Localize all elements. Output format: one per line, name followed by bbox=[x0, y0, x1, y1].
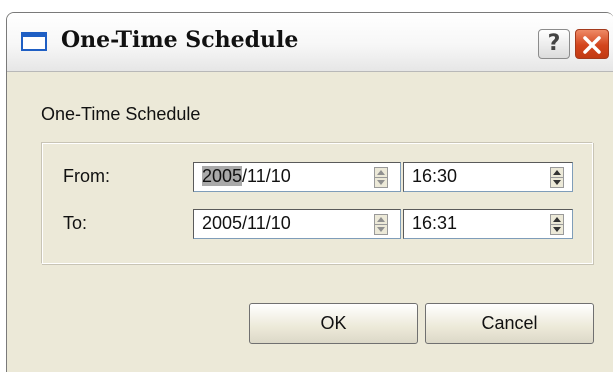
from-date-value: 2005/11/10 bbox=[202, 166, 291, 187]
spin-updown-icon[interactable] bbox=[550, 214, 564, 235]
to-time-picker[interactable]: 16:31 bbox=[403, 209, 573, 239]
window-title: One-Time Schedule bbox=[61, 27, 299, 53]
title-bar[interactable]: One-Time Schedule ? bbox=[7, 13, 613, 72]
from-date-selection: 2005 bbox=[202, 166, 243, 186]
from-date-picker[interactable]: 2005/11/10 bbox=[193, 162, 401, 192]
ok-button[interactable]: OK bbox=[249, 303, 418, 344]
close-button[interactable] bbox=[575, 29, 609, 59]
spin-updown-icon[interactable] bbox=[374, 214, 388, 235]
dialog-window: One-Time Schedule ? One-Time Schedule Fr… bbox=[6, 12, 613, 372]
from-date-rest: /11/10 bbox=[242, 166, 291, 186]
cancel-button[interactable]: Cancel bbox=[425, 303, 594, 344]
spin-updown-icon[interactable] bbox=[374, 167, 388, 188]
help-icon: ? bbox=[547, 31, 561, 56]
schedule-group bbox=[41, 142, 593, 264]
to-date-picker[interactable]: 2005/11/10 bbox=[193, 209, 401, 239]
close-icon bbox=[583, 36, 601, 54]
to-time-value: 16:31 bbox=[412, 213, 458, 233]
spin-updown-icon[interactable] bbox=[550, 167, 564, 188]
to-date-value: 2005/11/10 bbox=[202, 213, 291, 233]
help-button[interactable]: ? bbox=[538, 29, 570, 59]
window-icon bbox=[21, 32, 47, 51]
from-time-value: 16:30 bbox=[412, 166, 458, 186]
from-time-picker[interactable]: 16:30 bbox=[403, 162, 573, 192]
from-label: From: bbox=[63, 166, 110, 186]
section-title: One-Time Schedule bbox=[41, 104, 201, 124]
to-label: To: bbox=[63, 213, 88, 233]
